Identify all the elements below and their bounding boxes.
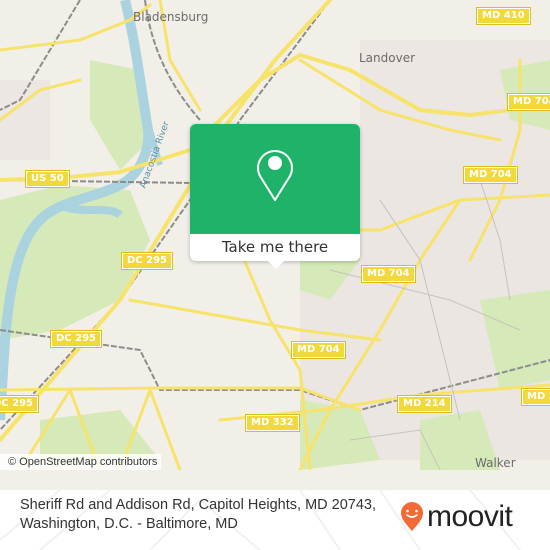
- map-canvas[interactable]: Bladensburg Landover Walker Anacostia Ri…: [0, 0, 550, 472]
- route-shield-md-214: MD 2: [521, 388, 550, 406]
- route-shield-md-332: MD 332: [245, 414, 300, 432]
- place-label-bladensburg: Bladensburg: [133, 10, 209, 24]
- moovit-wordmark: moovit: [427, 500, 513, 533]
- route-shield-md-704: MD 704: [291, 341, 346, 359]
- footer: Sheriff Rd and Addison Rd, Capitol Heigh…: [0, 490, 550, 550]
- moovit-pin-icon: [401, 502, 423, 531]
- take-me-there-button[interactable]: Take me there: [190, 234, 360, 261]
- route-shield-md-704: MD 704: [463, 166, 518, 184]
- location-popup: Take me there: [190, 124, 360, 269]
- route-shield-dc-295: DC 295: [0, 395, 39, 413]
- moovit-logo[interactable]: moovit: [400, 500, 513, 533]
- map-attribution[interactable]: © OpenStreetMap contributors: [0, 454, 162, 470]
- place-label-landover: Landover: [359, 51, 416, 65]
- popup-pointer: [268, 261, 284, 269]
- location-address: Sheriff Rd and Addison Rd, Capitol Heigh…: [20, 497, 376, 532]
- route-shield-md-704: MD 704: [361, 265, 416, 283]
- route-shield-md-704: MD 704: [507, 93, 550, 111]
- map-pin-icon: [257, 150, 293, 201]
- popup-header: [190, 124, 360, 234]
- place-label-walker: Walker: [475, 456, 516, 470]
- route-shield-md-214: MD 214: [397, 395, 452, 413]
- route-shield-md-410: MD 410: [476, 7, 531, 25]
- route-shield-dc-295: DC 295: [121, 252, 173, 270]
- route-shield-us-50: US 50: [25, 170, 70, 188]
- route-shield-dc-295: DC 295: [50, 330, 102, 348]
